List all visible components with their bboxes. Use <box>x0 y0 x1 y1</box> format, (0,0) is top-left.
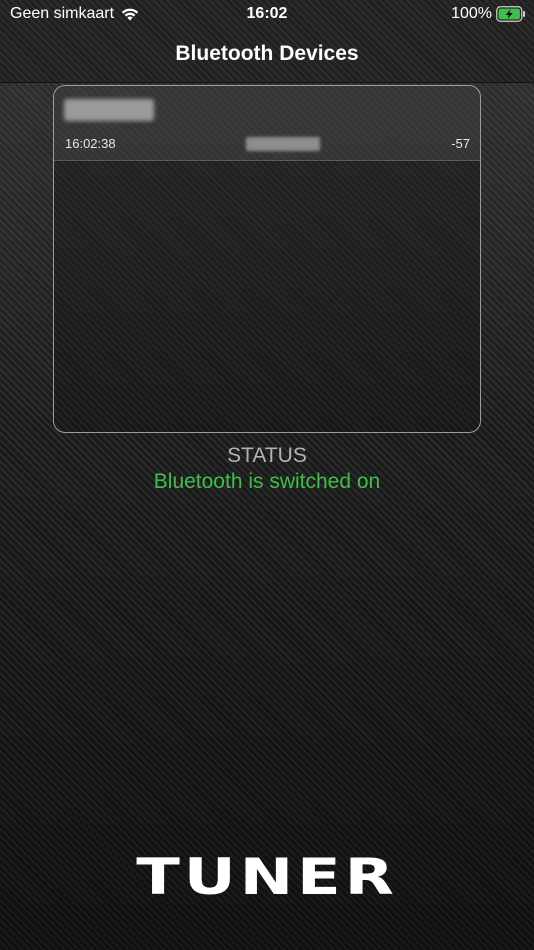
status-heading: STATUS <box>227 444 307 467</box>
battery-charging-icon <box>496 6 526 22</box>
device-last-seen: 16:02:38 <box>65 136 116 151</box>
device-id-redacted <box>246 137 320 151</box>
status-message: Bluetooth is switched on <box>153 470 381 493</box>
status-bar: Geen simkaart 16:02 100% <box>0 0 534 28</box>
device-signal-strength: -57 <box>451 136 470 151</box>
device-list[interactable]: 16:02:38 -57 <box>53 85 481 433</box>
battery-indicator: 100% <box>451 5 526 23</box>
device-name-redacted <box>64 99 154 121</box>
device-list-item[interactable]: 16:02:38 -57 <box>54 86 480 161</box>
battery-percent: 100% <box>451 5 492 22</box>
tuner-logo: TUNER <box>136 848 398 906</box>
top-bar: Geen simkaart 16:02 100% Bluetooth Devic… <box>0 0 534 82</box>
page-title: Bluetooth Devices <box>175 42 359 65</box>
